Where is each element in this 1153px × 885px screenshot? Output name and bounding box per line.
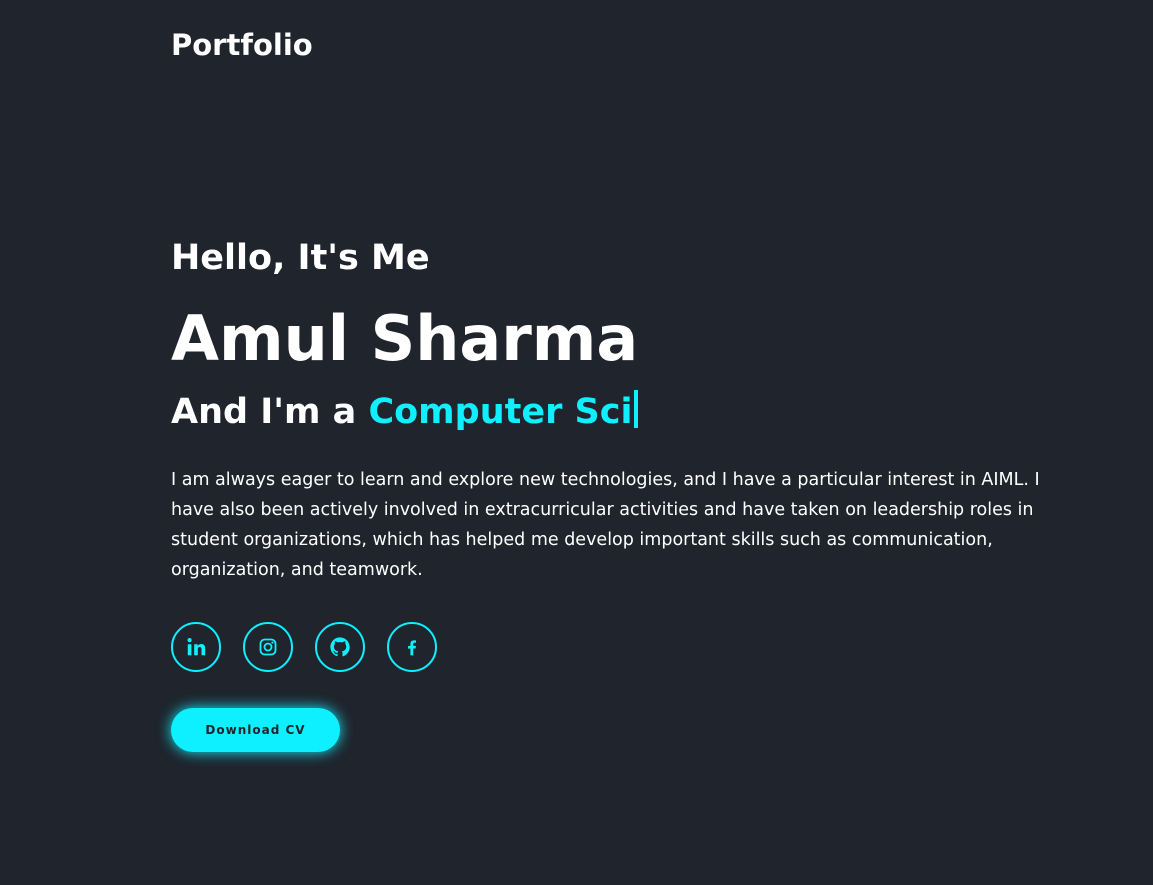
greeting-heading: Hello, It's Me [171,238,430,278]
role-typed-text: Computer Sci [368,392,633,432]
role-heading: And I'm a Computer Sci [171,386,1071,438]
linkedin-icon [187,638,206,656]
home-section: Hello, It's Me Amul Sharma And I'm a Com… [171,232,1071,752]
instagram-link[interactable] [243,622,293,672]
logo-link[interactable]: Portfolio [171,28,313,62]
facebook-icon [408,640,416,656]
github-icon [330,637,350,657]
typing-cursor [633,390,638,428]
social-links [171,622,1071,672]
github-link[interactable] [315,622,365,672]
instagram-icon [259,638,277,656]
linkedin-link[interactable] [171,622,221,672]
download-cv-button[interactable]: Download CV [171,708,340,752]
name-heading: Amul Sharma [171,302,639,375]
facebook-link[interactable] [387,622,437,672]
bio-paragraph: I am always eager to learn and explore n… [171,470,1040,580]
role-prefix: And I'm a [171,392,369,432]
site-header: Portfolio [171,22,313,68]
